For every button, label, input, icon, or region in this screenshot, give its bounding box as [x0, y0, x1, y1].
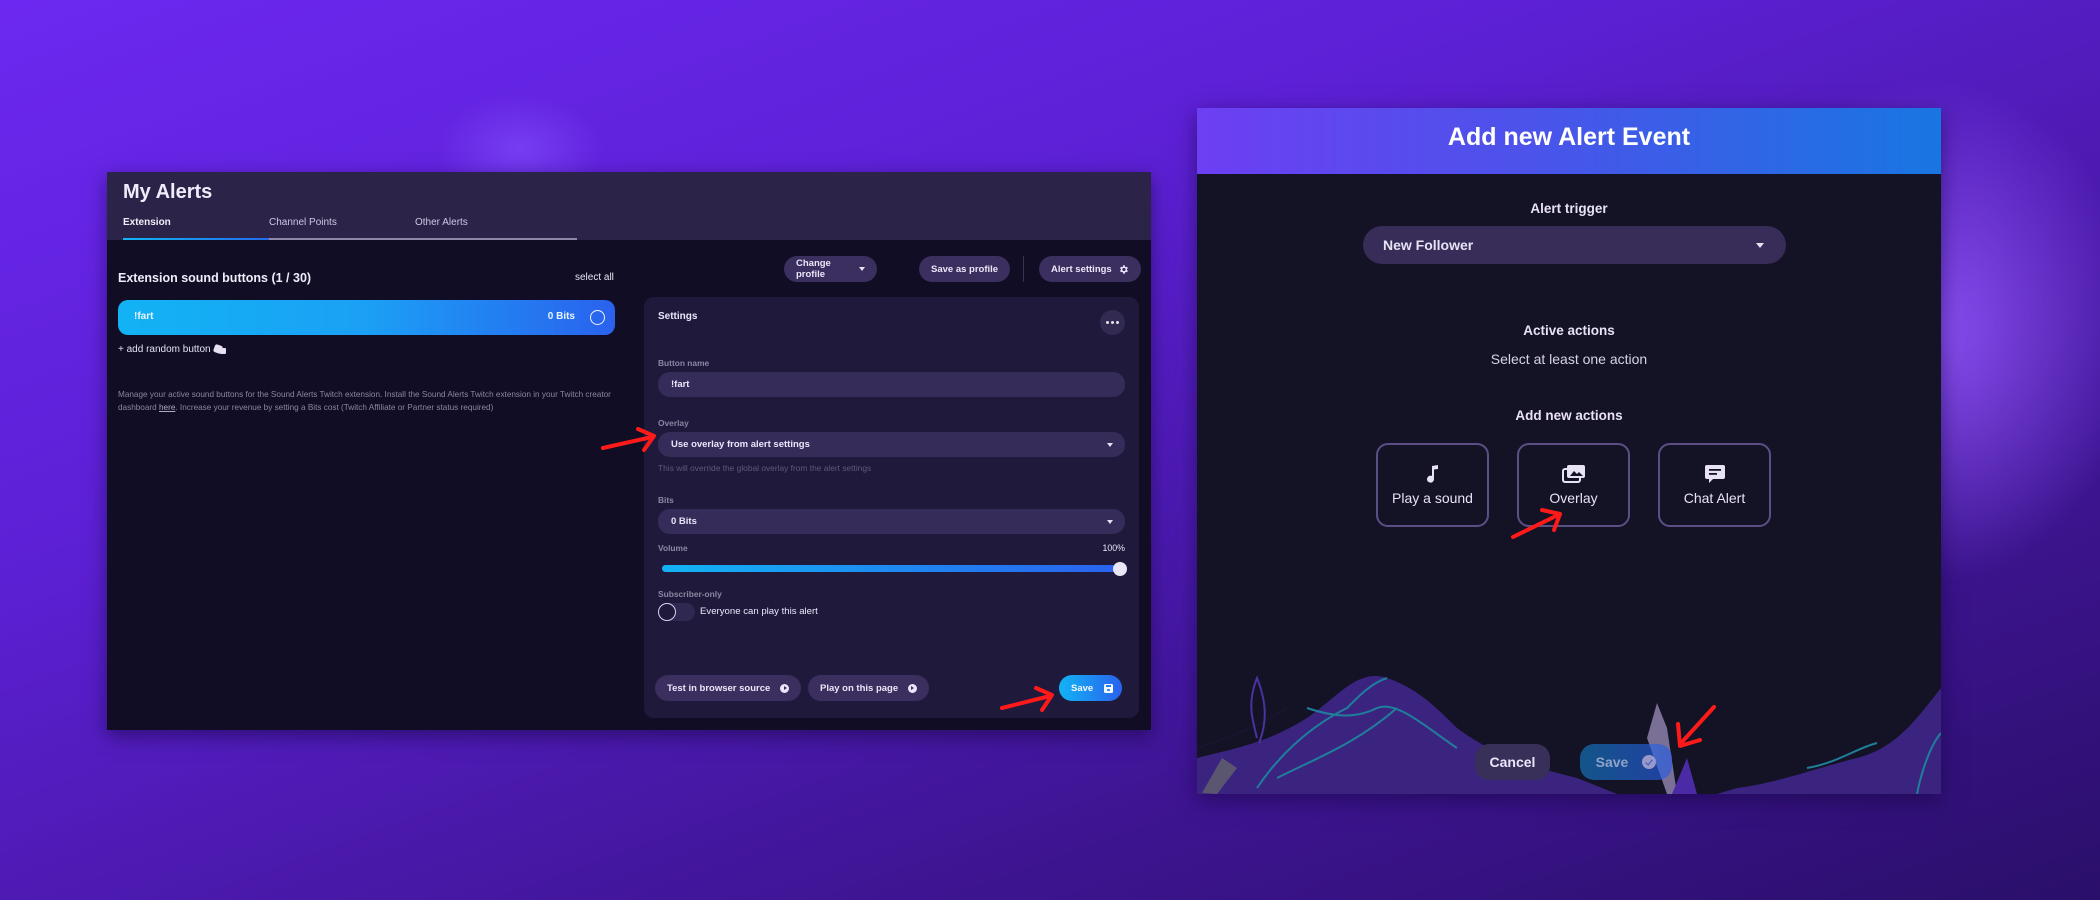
cancel-label: Cancel	[1489, 754, 1536, 770]
button-name-label: Button name	[658, 358, 710, 368]
save-as-profile-button[interactable]: Save as profile	[919, 256, 1011, 282]
dot	[1106, 321, 1109, 324]
test-in-browser-source-button[interactable]: Test in browser source	[655, 675, 802, 701]
select-all-link[interactable]: select all	[575, 272, 614, 283]
check-circle-icon	[1642, 755, 1657, 769]
alert-trigger-select[interactable]: New Follower	[1363, 226, 1786, 264]
add-random-button[interactable]: + add random button	[118, 344, 227, 355]
music-note-icon	[1426, 465, 1438, 483]
modal-header: Add new Alert Event	[1197, 108, 1941, 174]
volume-value: 100%	[1102, 543, 1126, 553]
add-alert-event-modal: Add new Alert Event Alert trigger New Fo…	[1197, 108, 1941, 794]
dot	[1116, 321, 1119, 324]
bits-select[interactable]: 0 Bits	[658, 509, 1125, 534]
overlay-hint: This will override the global overlay fr…	[658, 463, 872, 473]
tab-other-alerts-indicator	[415, 238, 577, 240]
volume-slider-thumb[interactable]	[1113, 562, 1127, 576]
action-label: Overlay	[1549, 490, 1598, 506]
save-button[interactable]: Save	[1059, 675, 1122, 701]
sound-button-item[interactable]: !fart 0 Bits	[118, 300, 615, 335]
here-link[interactable]: here	[159, 403, 175, 412]
toolbar-divider	[1023, 256, 1024, 282]
play-icon	[908, 683, 918, 693]
tab-channel-points-indicator	[269, 238, 431, 240]
toggle-knob	[658, 603, 676, 621]
change-profile-dropdown[interactable]: Change profile	[784, 256, 877, 282]
alert-settings-label: Alert settings	[1051, 263, 1112, 275]
active-actions-hint: Select at least one action	[1490, 351, 1648, 367]
play-on-this-page-button[interactable]: Play on this page	[808, 675, 930, 701]
modal-save-label: Save	[1595, 754, 1629, 770]
play-page-label: Play on this page	[820, 682, 899, 694]
cancel-button[interactable]: Cancel	[1475, 744, 1550, 780]
chevron-down-icon	[859, 267, 865, 271]
my-alerts-panel: My Alerts Extension Channel Points Other…	[107, 172, 1151, 730]
alert-settings-button[interactable]: Alert settings	[1039, 256, 1141, 282]
active-actions-label: Active actions	[1523, 323, 1615, 338]
save-label: Save	[1071, 682, 1094, 694]
volume-slider-fill	[662, 565, 1120, 572]
button-name-input[interactable]: !fart	[658, 372, 1125, 397]
landscape-illustration	[1197, 675, 1941, 794]
subscriber-only-toggle[interactable]	[658, 603, 695, 621]
add-actions-label: Add new actions	[1515, 408, 1623, 423]
test-browser-label: Test in browser source	[667, 682, 771, 694]
tab-extension[interactable]: Extension	[123, 217, 171, 228]
select-radio[interactable]	[590, 310, 605, 325]
page-title: My Alerts	[123, 181, 213, 203]
chevron-down-icon	[1107, 443, 1113, 447]
modal-title: Add new Alert Event	[1447, 123, 1691, 151]
description-text: Manage your active sound buttons for the…	[118, 388, 618, 414]
sound-button-name: !fart	[134, 311, 154, 322]
tab-other-alerts[interactable]: Other Alerts	[415, 217, 468, 228]
more-options-button[interactable]	[1100, 310, 1125, 335]
bits-label: Bits	[658, 495, 674, 505]
action-label: Play a sound	[1392, 490, 1473, 506]
subscriber-only-text: Everyone can play this alert	[700, 606, 818, 617]
images-icon	[1561, 465, 1585, 483]
add-random-label: + add random button	[118, 344, 211, 355]
subscriber-only-label: Subscriber-only	[658, 589, 722, 599]
overlay-value: Use overlay from alert settings	[671, 439, 810, 450]
action-label: Chat Alert	[1683, 490, 1746, 506]
volume-slider[interactable]	[662, 562, 1127, 576]
action-chat-alert[interactable]: Chat Alert	[1658, 443, 1771, 527]
action-play-sound[interactable]: Play a sound	[1376, 443, 1489, 527]
bits-value: 0 Bits	[671, 516, 697, 527]
overlay-label: Overlay	[658, 418, 689, 428]
volume-label: Volume	[658, 543, 688, 553]
sound-button-bits: 0 Bits	[547, 311, 575, 322]
overlay-select[interactable]: Use overlay from alert settings	[658, 432, 1125, 457]
section-title: Extension sound buttons (1 / 30)	[118, 271, 312, 285]
modal-save-button[interactable]: Save	[1580, 744, 1672, 780]
action-overlay[interactable]: Overlay	[1517, 443, 1630, 527]
gear-icon	[1118, 264, 1129, 275]
description-post: . Increase your revenue by setting a Bit…	[175, 403, 494, 412]
dice-icon	[214, 345, 227, 355]
button-name-value: !fart	[671, 379, 690, 390]
tab-extension-indicator	[123, 238, 285, 240]
chevron-down-icon	[1756, 243, 1764, 248]
play-icon	[780, 683, 790, 693]
floppy-disk-icon	[1104, 683, 1114, 693]
save-as-profile-label: Save as profile	[931, 263, 999, 275]
change-profile-label: Change profile	[796, 258, 831, 280]
alert-trigger-label: Alert trigger	[1530, 201, 1608, 216]
chevron-down-icon	[1107, 520, 1113, 524]
settings-card: Settings Button name !fart Overlay Use o…	[644, 297, 1139, 718]
dot	[1111, 321, 1114, 324]
alert-trigger-value: New Follower	[1383, 237, 1474, 253]
panel-header: My Alerts Extension Channel Points Other…	[107, 172, 1151, 240]
settings-title: Settings	[658, 311, 698, 322]
tab-channel-points[interactable]: Channel Points	[269, 217, 337, 228]
chat-bubble-icon	[1704, 465, 1725, 483]
